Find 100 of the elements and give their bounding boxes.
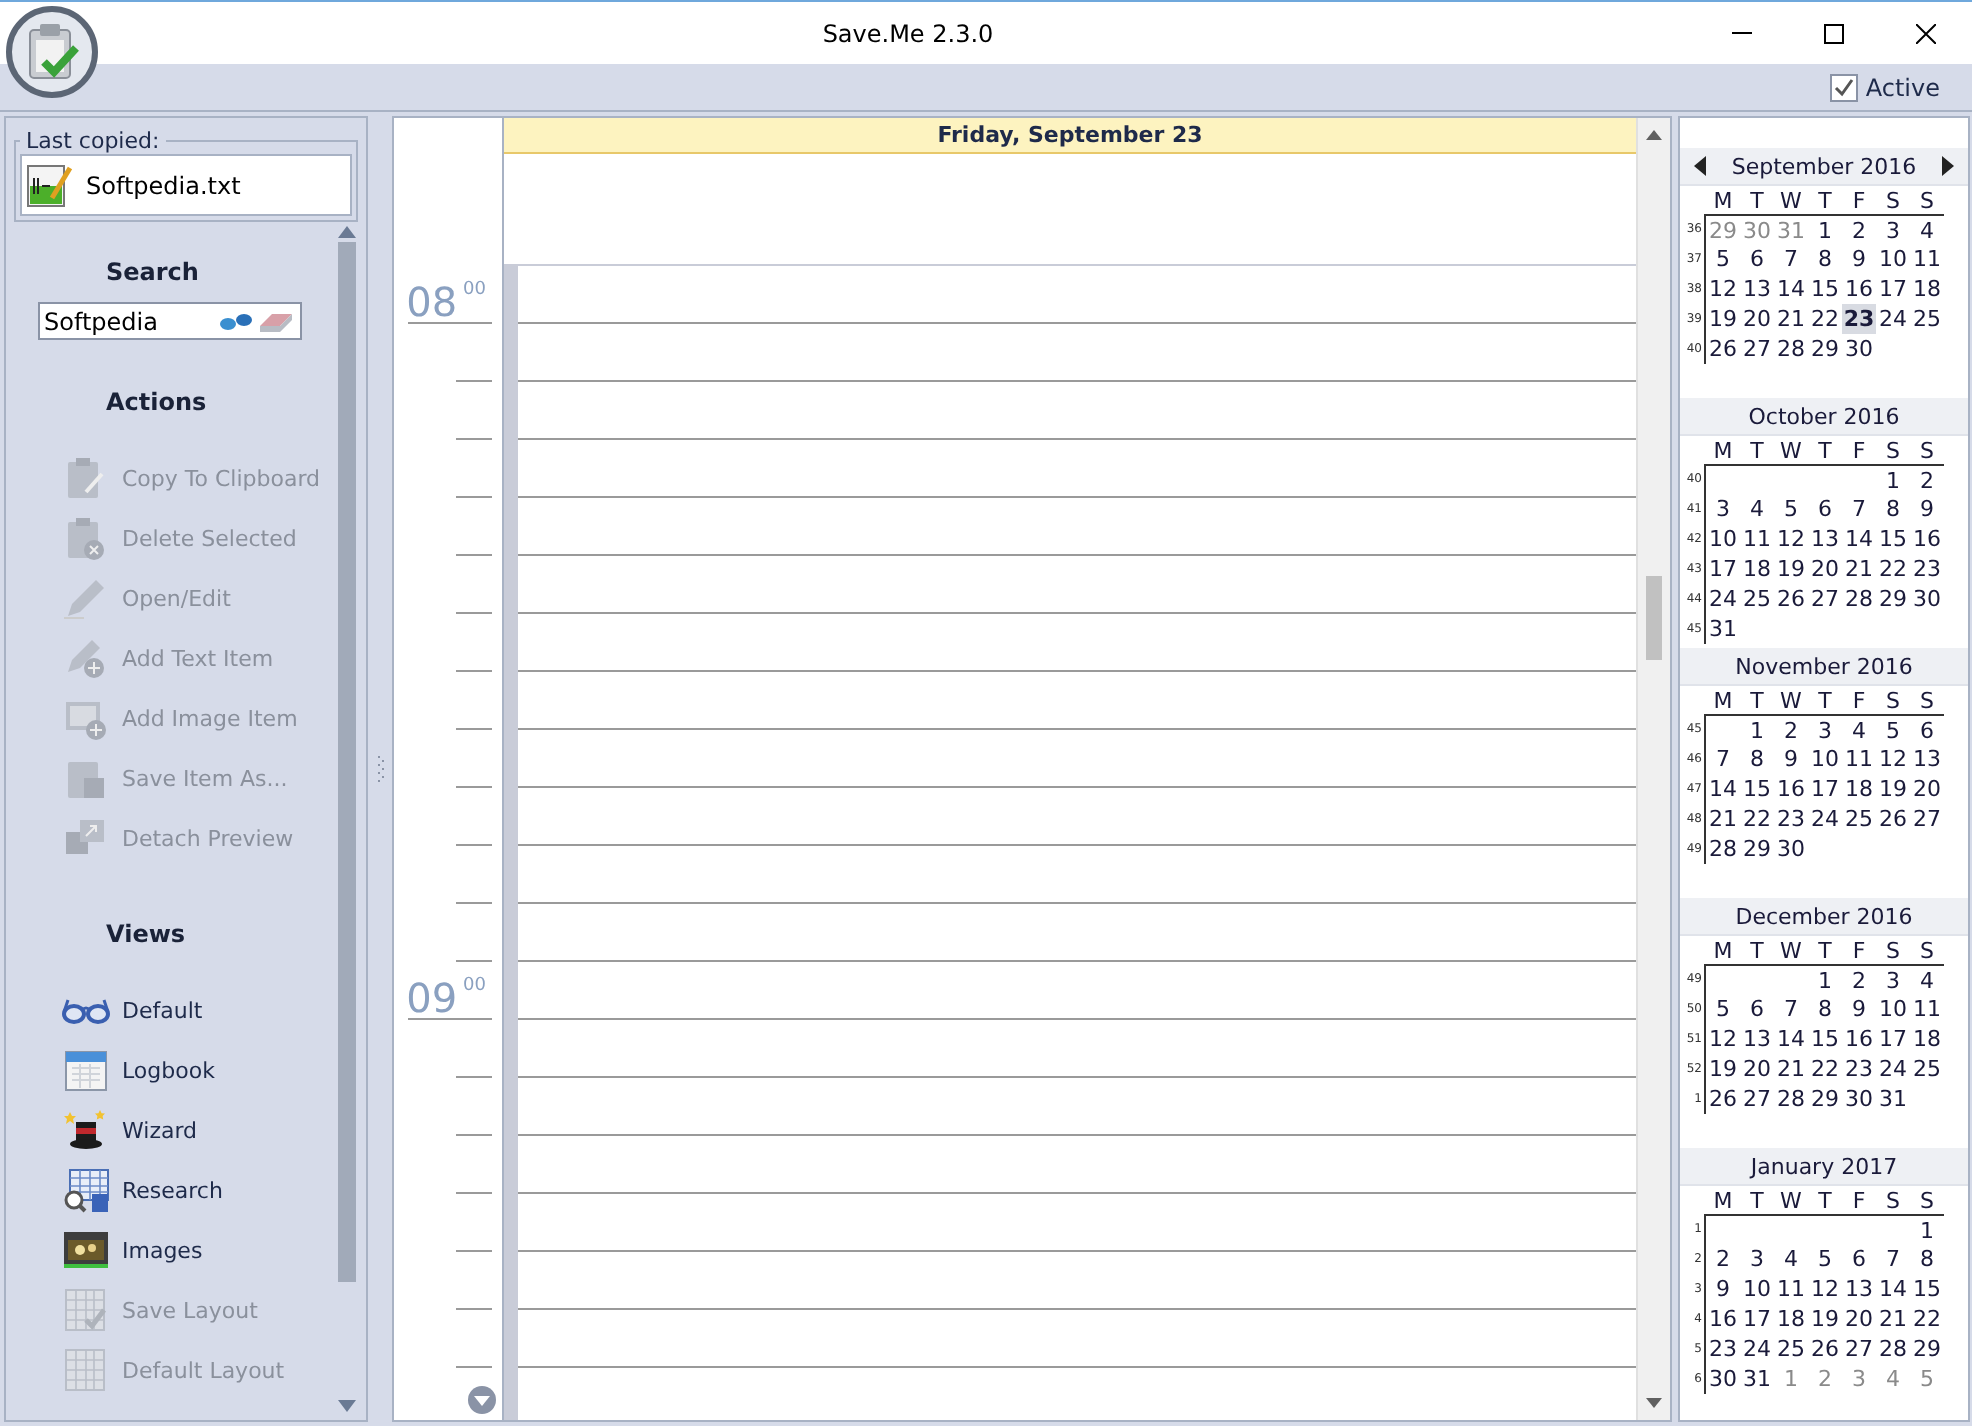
calendar-day[interactable]: 2 xyxy=(1842,216,1876,244)
calendar-day[interactable]: 23 xyxy=(1842,304,1876,334)
calendar-day[interactable]: 17 xyxy=(1808,774,1842,804)
calendar-day[interactable]: 3 xyxy=(1876,216,1910,244)
calendar-day[interactable]: 26 xyxy=(1774,584,1808,614)
calendar-day[interactable]: 25 xyxy=(1774,1334,1808,1364)
calendar-day[interactable]: 16 xyxy=(1910,524,1944,554)
calendar-day[interactable]: 5 xyxy=(1876,716,1910,744)
calendar-day[interactable]: 29 xyxy=(1910,1334,1944,1364)
calendar-day[interactable]: 20 xyxy=(1808,554,1842,584)
calendar-day[interactable]: 14 xyxy=(1876,1274,1910,1304)
calendar-day[interactable]: 15 xyxy=(1910,1274,1944,1304)
calendar-day[interactable]: 25 xyxy=(1740,584,1774,614)
calendar-day[interactable]: 19 xyxy=(1774,554,1808,584)
calendar-day[interactable]: 21 xyxy=(1706,804,1740,834)
sidebar-item[interactable]: Default xyxy=(6,980,326,1040)
calendar-day[interactable]: 4 xyxy=(1910,216,1944,244)
scroll-down-icon[interactable] xyxy=(1646,1398,1662,1408)
calendar-day[interactable]: 27 xyxy=(1842,1334,1876,1364)
calendar-day[interactable]: 4 xyxy=(1910,966,1944,994)
calendar-day[interactable]: 23 xyxy=(1706,1334,1740,1364)
sidebar-item[interactable]: Research xyxy=(6,1160,326,1220)
calendar-day[interactable]: 30 xyxy=(1910,584,1944,614)
last-copied-item[interactable]: Softpedia.txt xyxy=(20,154,352,216)
calendar-day[interactable]: 23 xyxy=(1910,554,1944,584)
calendar-day[interactable]: 4 xyxy=(1842,716,1876,744)
calendar-day[interactable]: 29 xyxy=(1808,1084,1842,1114)
calendar-day[interactable]: 16 xyxy=(1706,1304,1740,1334)
calendar-day[interactable]: 6 xyxy=(1910,716,1944,744)
calendar-day[interactable]: 6 xyxy=(1740,244,1774,274)
calendar-day[interactable]: 24 xyxy=(1876,1054,1910,1084)
calendar-day[interactable]: 5 xyxy=(1706,244,1740,274)
calendar-day[interactable]: 12 xyxy=(1706,1024,1740,1054)
calendar-day[interactable]: 25 xyxy=(1910,1054,1944,1084)
search-field[interactable]: Softpedia xyxy=(38,302,302,340)
calendar-day[interactable]: 21 xyxy=(1876,1304,1910,1334)
calendar-day[interactable]: 26 xyxy=(1808,1334,1842,1364)
calendar-day[interactable]: 10 xyxy=(1808,744,1842,774)
calendar-day[interactable]: 8 xyxy=(1808,994,1842,1024)
calendar-day[interactable]: 27 xyxy=(1740,334,1774,364)
calendar-day[interactable]: 1 xyxy=(1740,716,1774,744)
calendar-day[interactable]: 10 xyxy=(1876,994,1910,1024)
calendar-day[interactable]: 10 xyxy=(1876,244,1910,274)
next-month-icon[interactable] xyxy=(1941,156,1954,176)
calendar-day[interactable]: 7 xyxy=(1876,1244,1910,1274)
calendar-day[interactable]: 31 xyxy=(1740,1364,1774,1394)
calendar-day[interactable]: 28 xyxy=(1842,584,1876,614)
calendar-day[interactable]: 2 xyxy=(1774,716,1808,744)
previous-month-icon[interactable] xyxy=(1694,156,1706,176)
calendar-day[interactable]: 9 xyxy=(1842,994,1876,1024)
calendar-day[interactable]: 9 xyxy=(1774,744,1808,774)
sidebar-item[interactable]: Logbook xyxy=(6,1040,326,1100)
calendar-day[interactable]: 18 xyxy=(1842,774,1876,804)
calendar-day[interactable]: 16 xyxy=(1842,274,1876,304)
calendar-day[interactable]: 12 xyxy=(1706,274,1740,304)
calendar-day[interactable]: 5 xyxy=(1808,1244,1842,1274)
calendar-day[interactable]: 19 xyxy=(1706,304,1740,334)
calendar-day[interactable]: 21 xyxy=(1842,554,1876,584)
calendar-day[interactable]: 29 xyxy=(1876,584,1910,614)
calendar-day[interactable]: 20 xyxy=(1842,1304,1876,1334)
calendar-day[interactable]: 7 xyxy=(1842,494,1876,524)
calendar-day[interactable]: 22 xyxy=(1740,804,1774,834)
calendar-day[interactable]: 25 xyxy=(1910,304,1944,334)
calendar-day[interactable]: 7 xyxy=(1706,744,1740,774)
calendar-day[interactable]: 8 xyxy=(1876,494,1910,524)
calendar-day[interactable]: 11 xyxy=(1774,1274,1808,1304)
calendar-day[interactable]: 5 xyxy=(1774,494,1808,524)
calendar-day[interactable]: 24 xyxy=(1876,304,1910,334)
calendar-day[interactable]: 12 xyxy=(1808,1274,1842,1304)
calendar-day[interactable]: 27 xyxy=(1740,1084,1774,1114)
calendar-day[interactable]: 14 xyxy=(1774,1024,1808,1054)
calendar-day[interactable]: 15 xyxy=(1740,774,1774,804)
calendar-day[interactable]: 31 xyxy=(1876,1084,1910,1114)
calendar-day[interactable]: 11 xyxy=(1910,244,1944,274)
calendar-day[interactable]: 8 xyxy=(1808,244,1842,274)
calendar-day[interactable]: 15 xyxy=(1876,524,1910,554)
calendar-day[interactable]: 28 xyxy=(1876,1334,1910,1364)
calendar-day[interactable]: 14 xyxy=(1706,774,1740,804)
calendar-day[interactable]: 3 xyxy=(1706,494,1740,524)
calendar-day[interactable]: 29 xyxy=(1808,334,1842,364)
calendar-day[interactable]: 6 xyxy=(1808,494,1842,524)
calendar-day[interactable]: 30 xyxy=(1842,1084,1876,1114)
active-checkbox[interactable]: Active xyxy=(1829,73,1940,101)
calendar-day[interactable]: 7 xyxy=(1774,994,1808,1024)
calendar-day[interactable]: 22 xyxy=(1910,1304,1944,1334)
calendar-day[interactable]: 11 xyxy=(1910,994,1944,1024)
calendar-day[interactable]: 22 xyxy=(1808,304,1842,334)
calendar-day[interactable]: 12 xyxy=(1876,744,1910,774)
calendar-day[interactable]: 5 xyxy=(1706,994,1740,1024)
calendar-day[interactable]: 18 xyxy=(1910,274,1944,304)
calendar-day[interactable]: 19 xyxy=(1706,1054,1740,1084)
calendar-day[interactable]: 1 xyxy=(1910,1216,1944,1244)
calendar-day[interactable]: 13 xyxy=(1910,744,1944,774)
calendar-day[interactable]: 4 xyxy=(1740,494,1774,524)
calendar-day[interactable]: 13 xyxy=(1740,1024,1774,1054)
calendar-day[interactable]: 27 xyxy=(1808,584,1842,614)
calendar-day[interactable]: 8 xyxy=(1740,744,1774,774)
calendar-day[interactable]: 26 xyxy=(1706,1084,1740,1114)
calendar-day[interactable]: 11 xyxy=(1842,744,1876,774)
calendar-day[interactable]: 30 xyxy=(1774,834,1808,864)
